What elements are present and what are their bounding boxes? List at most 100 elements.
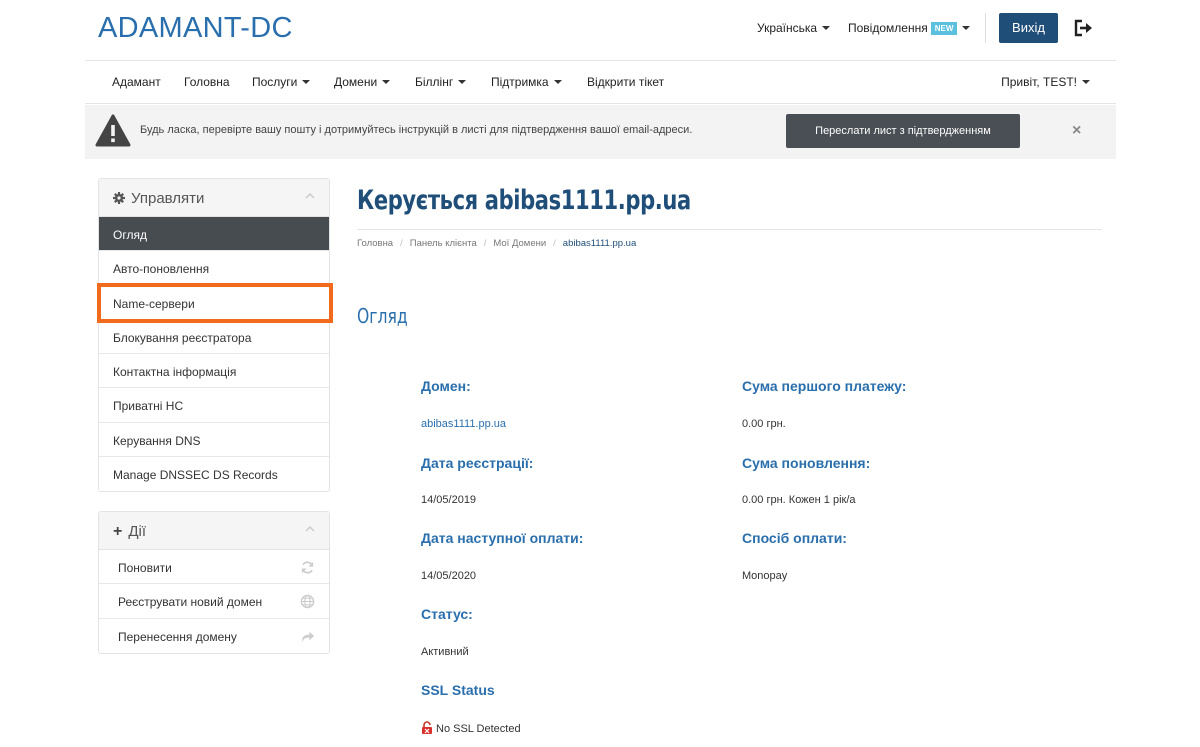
breadcrumb-separator: / <box>553 238 556 249</box>
ssl-status-label: SSL Status <box>421 682 495 698</box>
chevron-down-icon <box>553 80 562 84</box>
notifications-dropdown[interactable]: Повідомлення NEW <box>848 21 971 35</box>
chevron-up-icon[interactable] <box>305 191 315 201</box>
action-transfer-domain[interactable]: Перенесення домену <box>99 619 329 653</box>
nav-label: Послуги <box>252 75 298 89</box>
payment-method-label: Спосіб оплати: <box>742 530 847 546</box>
sidebar-item-label: Manage DNSSEC DS Records <box>113 468 278 483</box>
nav-item-support[interactable]: Підтримка <box>491 75 562 89</box>
top-bar: Українська Повідомлення NEW Вихід <box>0 13 1200 43</box>
panel-title-label: Управляти <box>131 190 205 207</box>
chevron-down-icon <box>822 26 831 30</box>
sidebar-item-auto-renew[interactable]: Авто-поновлення <box>99 251 329 286</box>
plus-icon: + <box>113 523 123 540</box>
user-menu[interactable]: Привіт, TEST! <box>1001 75 1090 89</box>
sidebar-item-contact-info[interactable]: Контактна інформація <box>99 354 329 389</box>
breadcrumb-client-area[interactable]: Панель клієнта <box>410 238 477 249</box>
close-icon[interactable]: × <box>1072 122 1081 140</box>
notifications-label: Повідомлення <box>848 21 928 35</box>
nav-label: Адамант <box>112 75 161 89</box>
sidebar-item-dnssec[interactable]: Manage DNSSEC DS Records <box>99 457 329 491</box>
nav-item-home[interactable]: Головна <box>184 75 230 89</box>
breadcrumb-my-domains[interactable]: Мої Домени <box>493 238 546 249</box>
ssl-status-value: No SSL Detected <box>421 721 521 735</box>
logout-button[interactable]: Вихід <box>999 13 1058 43</box>
action-label: Реєструвати новий домен <box>118 595 263 610</box>
chevron-down-icon <box>962 26 971 30</box>
manage-panel-header[interactable]: Управляти <box>99 179 329 217</box>
chevron-down-icon <box>382 80 391 84</box>
breadcrumb-home[interactable]: Головна <box>357 238 393 249</box>
refresh-icon <box>301 561 314 574</box>
chevron-up-icon[interactable] <box>305 524 315 534</box>
sidebar-item-label: Приватні НС <box>113 399 184 414</box>
gear-icon <box>113 192 125 204</box>
sidebar-item-overview[interactable]: Огляд <box>99 217 329 252</box>
resend-verification-button[interactable]: Переслати лист з підтвердженням <box>786 114 1020 148</box>
action-register-domain[interactable]: Реєструвати новий домен <box>99 584 329 619</box>
next-due-date-value: 14/05/2020 <box>421 570 477 582</box>
sidebar-item-label: Керування DNS <box>113 433 201 448</box>
sidebar-item-registrar-lock[interactable]: Блокування реєстратора <box>99 320 329 355</box>
sidebar-item-label: Огляд <box>113 228 147 242</box>
renewal-amount-label: Сума поновлення: <box>742 455 871 471</box>
nameservers-highlight <box>97 283 333 323</box>
action-label: Поновити <box>118 561 172 575</box>
new-badge: NEW <box>930 22 958 35</box>
panel-title: + Дії <box>113 523 146 541</box>
sidebar-item-label: Авто-поновлення <box>113 262 210 277</box>
chevron-down-icon <box>458 80 467 84</box>
nav-item-domains[interactable]: Домени <box>334 75 391 89</box>
action-label: Перенесення домену <box>118 629 237 644</box>
breadcrumb-separator: / <box>400 238 403 249</box>
action-renew[interactable]: Поновити <box>99 550 329 585</box>
breadcrumb-current: abibas1111.pp.ua <box>562 238 637 249</box>
share-arrow-icon <box>301 631 315 642</box>
status-value: Активний <box>421 646 469 658</box>
registration-date-label: Дата реєстрації: <box>421 455 534 471</box>
breadcrumb: Головна / Панель клієнта / Мої Домени / abibas… <box>357 238 636 249</box>
panel-title: Управляти <box>113 190 204 207</box>
first-payment-label: Сума першого платежу: <box>742 378 907 394</box>
domain-label: Домен: <box>421 378 471 394</box>
actions-panel: + Дії Поновити Реєструвати новий домен Пе… <box>98 511 330 654</box>
panel-title-label: Дії <box>128 523 147 540</box>
nav-label: Відкрити тікет <box>587 75 665 89</box>
nav-item-services[interactable]: Послуги <box>252 75 311 89</box>
domain-value[interactable]: abibas1111.pp.ua <box>421 418 506 430</box>
title-divider <box>357 229 1102 230</box>
sidebar-item-label: Блокування реєстратора <box>113 330 252 345</box>
first-payment-value: 0.00 грн. <box>742 418 786 430</box>
alert-message: Будь ласка, перевірте вашу пошту і дотри… <box>140 124 693 136</box>
nav-label: Домени <box>334 75 378 89</box>
sign-out-icon[interactable] <box>1074 19 1094 37</box>
next-due-date-label: Дата наступної оплати: <box>421 530 584 546</box>
nav-item-open-ticket[interactable]: Відкрити тікет <box>587 75 664 89</box>
status-label: Статус: <box>421 606 473 622</box>
ssl-status-text: No SSL Detected <box>436 723 521 735</box>
breadcrumb-separator: / <box>483 238 487 249</box>
language-label: Українська <box>757 21 818 35</box>
chevron-down-icon <box>302 80 311 84</box>
greeting-label: Привіт, TEST! <box>1001 75 1077 89</box>
nav-label: Біллінг <box>415 75 454 89</box>
registration-date-value: 14/05/2019 <box>421 494 477 506</box>
renewal-amount-value: 0.00 грн. Кожен 1 рік/а <box>742 494 856 506</box>
page-title: Керується abibas1111.pp.ua <box>357 185 691 216</box>
nav-item-adamant[interactable]: Адамант <box>112 75 161 89</box>
payment-method-value: Monopay <box>742 570 788 582</box>
nav-item-billing[interactable]: Біллінг <box>415 75 467 89</box>
sidebar-item-label: Контактна інформація <box>113 365 237 380</box>
nav-label: Підтримка <box>491 75 549 89</box>
unlocked-padlock-icon <box>422 721 432 734</box>
globe-icon <box>300 595 315 609</box>
header-divider <box>985 13 986 43</box>
sidebar-item-dns-management[interactable]: Керування DNS <box>99 423 329 458</box>
language-dropdown[interactable]: Українська <box>757 21 831 35</box>
manage-panel: Управляти Огляд Авто-поновлення Name-сер… <box>98 178 330 493</box>
email-verification-alert: Будь ласка, перевірте вашу пошту і дотри… <box>85 105 1116 159</box>
actions-panel-header[interactable]: + Дії <box>99 512 329 550</box>
nav-label: Головна <box>184 75 230 89</box>
main-navbar: Адамант Головна Послуги Домени Біллінг П… <box>85 60 1116 104</box>
sidebar-item-private-ns[interactable]: Приватні НС <box>99 388 329 423</box>
